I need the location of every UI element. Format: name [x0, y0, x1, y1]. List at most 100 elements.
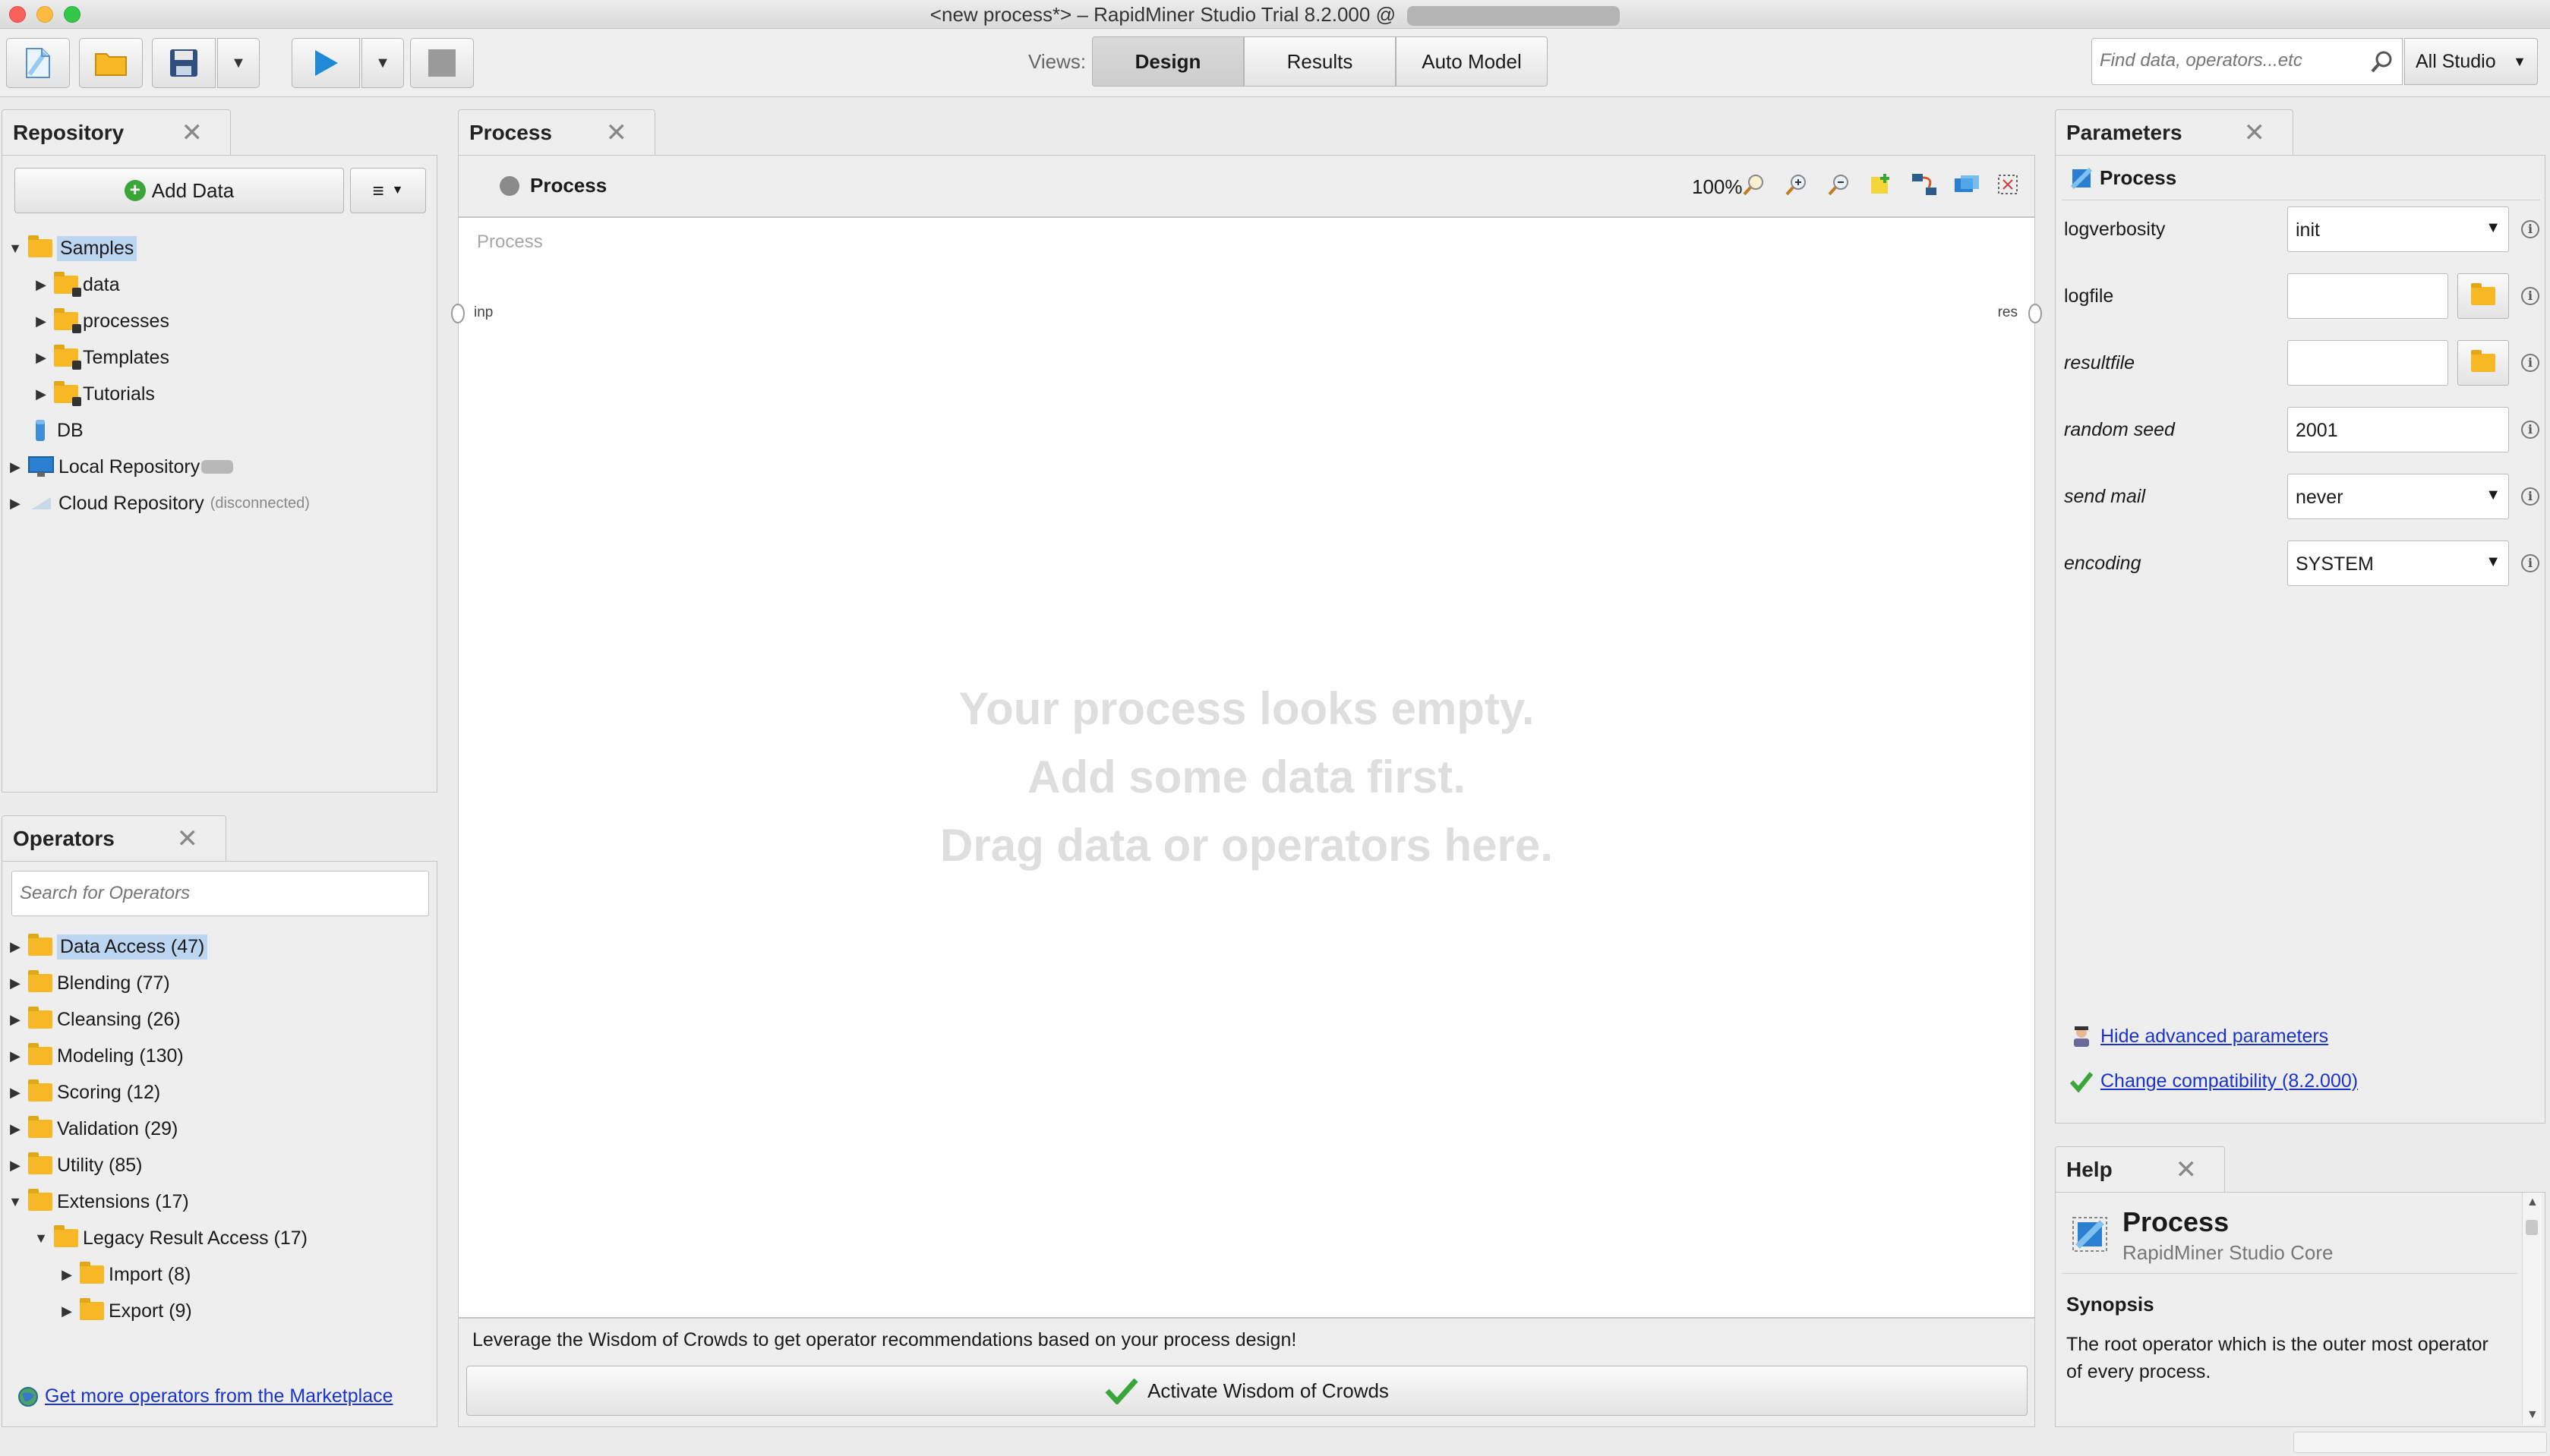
operator-group-modeling[interactable]: ▶ Modeling (130) [7, 1039, 184, 1073]
info-icon[interactable]: i [2521, 554, 2539, 572]
logfile-browse-button[interactable] [2457, 273, 2509, 319]
operator-group-validation[interactable]: ▶ Validation (29) [7, 1112, 178, 1146]
repo-item-db[interactable]: DB [7, 414, 84, 447]
collapsed-arrow-icon[interactable]: ▶ [33, 277, 49, 293]
scroll-down-icon[interactable]: ▼ [2526, 1408, 2539, 1422]
expanded-arrow-icon[interactable]: ▼ [7, 1194, 24, 1210]
auto-wire-icon[interactable] [1911, 172, 1938, 197]
operator-group-export[interactable]: ▶ Export (9) [58, 1294, 192, 1328]
process-canvas[interactable]: Process inp res Your process looks empty… [451, 217, 2042, 1318]
operator-group-blending[interactable]: ▶ Blending (77) [7, 966, 170, 1000]
close-icon[interactable]: ✕ [2244, 118, 2266, 148]
zoom-out-icon[interactable] [1827, 172, 1851, 197]
search-scope-select[interactable]: All Studio ▼ [2404, 38, 2538, 85]
info-icon[interactable]: i [2521, 354, 2539, 372]
repo-item-label: DB [57, 419, 84, 441]
search-icon[interactable] [2370, 49, 2394, 74]
tab-parameters[interactable]: Parameters ✕ [2055, 109, 2293, 155]
info-icon[interactable]: i [2521, 487, 2539, 506]
close-icon[interactable]: ✕ [181, 118, 204, 148]
collapsed-arrow-icon[interactable]: ▶ [7, 1085, 24, 1101]
repo-item-data[interactable]: ▶ data [33, 268, 120, 301]
arrange-operators-icon[interactable] [1953, 172, 1980, 197]
operator-group-extensions[interactable]: ▼ Extensions (17) [7, 1185, 189, 1218]
save-process-button[interactable] [152, 38, 216, 88]
collapsed-arrow-icon[interactable]: ▶ [7, 1012, 24, 1028]
expanded-arrow-icon[interactable]: ▼ [7, 241, 24, 257]
open-process-button[interactable] [79, 38, 143, 88]
stop-process-button[interactable] [410, 38, 474, 88]
info-icon[interactable]: i [2521, 421, 2539, 439]
close-icon[interactable]: ✕ [2176, 1155, 2198, 1185]
collapsed-arrow-icon[interactable]: ▶ [58, 1303, 75, 1319]
tab-help[interactable]: Help ✕ [2055, 1146, 2225, 1192]
repo-item-templates[interactable]: ▶ Templates [33, 341, 169, 374]
repo-item-cloud-repository[interactable]: ▶ Cloud Repository (disconnected) [7, 487, 310, 520]
repo-item-tutorials[interactable]: ▶ Tutorials [33, 377, 155, 411]
add-data-button[interactable]: + Add Data [14, 168, 344, 213]
result-port[interactable] [2028, 304, 2042, 323]
run-options-dropdown[interactable]: ▼ [361, 38, 404, 88]
view-tab-auto-model[interactable]: Auto Model [1396, 36, 1548, 87]
checkmark-icon [2070, 1071, 2093, 1092]
collapsed-arrow-icon[interactable]: ▶ [7, 459, 24, 475]
view-tab-design[interactable]: Design [1092, 36, 1244, 87]
save-options-dropdown[interactable]: ▼ [217, 38, 260, 88]
change-compatibility-link[interactable]: Change compatibility (8.2.000) [2100, 1070, 2358, 1092]
activate-wisdom-button[interactable]: Activate Wisdom of Crowds [466, 1366, 2028, 1416]
collapsed-arrow-icon[interactable]: ▶ [7, 1158, 24, 1174]
zoom-reset-icon[interactable] [1742, 172, 1766, 197]
logverbosity-select[interactable]: init ▼ [2287, 206, 2509, 252]
info-icon[interactable]: i [2521, 220, 2539, 238]
add-note-icon[interactable] [1870, 172, 1894, 197]
resultfile-browse-button[interactable] [2457, 340, 2509, 386]
send-mail-select[interactable]: never ▼ [2287, 474, 2509, 519]
hide-advanced-parameters-link[interactable]: Hide advanced parameters [2100, 1026, 2328, 1048]
breadcrumb-process[interactable]: Process [530, 174, 607, 197]
collapsed-arrow-icon[interactable]: ▶ [33, 314, 49, 329]
new-process-button[interactable] [6, 38, 70, 88]
add-data-label: Add Data [151, 178, 235, 202]
resultfile-input[interactable] [2287, 340, 2448, 386]
operator-group-scoring[interactable]: ▶ Scoring (12) [7, 1076, 160, 1109]
global-search-input[interactable] [2092, 39, 2350, 83]
info-icon[interactable]: i [2521, 287, 2539, 305]
input-port[interactable] [451, 304, 465, 323]
operator-group-import[interactable]: ▶ Import (8) [58, 1258, 191, 1291]
run-process-button[interactable] [292, 38, 360, 88]
repo-item-processes[interactable]: ▶ processes [33, 304, 169, 338]
expanded-arrow-icon[interactable]: ▼ [33, 1231, 49, 1246]
collapsed-arrow-icon[interactable]: ▶ [7, 975, 24, 991]
help-scrollbar[interactable]: ▲ ▼ [2522, 1193, 2542, 1425]
close-icon[interactable]: ✕ [606, 118, 628, 148]
scroll-thumb[interactable] [2526, 1220, 2538, 1235]
collapsed-arrow-icon[interactable]: ▶ [7, 1121, 24, 1137]
collapsed-arrow-icon[interactable]: ▶ [7, 496, 24, 512]
repo-item-local-repository[interactable]: ▶ Local Repository [7, 450, 234, 484]
view-tab-results[interactable]: Results [1244, 36, 1396, 87]
scroll-up-icon[interactable]: ▲ [2526, 1196, 2539, 1209]
operator-group-utility[interactable]: ▶ Utility (85) [7, 1149, 143, 1182]
tab-process[interactable]: Process ✕ [458, 109, 655, 155]
encoding-select[interactable]: SYSTEM ▼ [2287, 540, 2509, 586]
marketplace-link[interactable]: Get more operators from the Marketplace [45, 1385, 393, 1407]
collapsed-arrow-icon[interactable]: ▶ [7, 1048, 24, 1064]
zoom-in-icon[interactable] [1785, 172, 1809, 197]
operator-group-legacy-result-access[interactable]: ▼ Legacy Result Access (17) [33, 1221, 308, 1255]
repository-menu-button[interactable]: ≡ ▼ [350, 168, 426, 213]
expert-user-icon [2074, 1026, 2089, 1047]
operator-search-input[interactable] [11, 871, 429, 916]
logfile-input[interactable] [2287, 273, 2448, 319]
close-icon[interactable]: ✕ [177, 824, 199, 854]
collapsed-arrow-icon[interactable]: ▶ [7, 939, 24, 955]
collapsed-arrow-icon[interactable]: ▶ [58, 1267, 75, 1283]
tab-repository[interactable]: Repository ✕ [2, 109, 231, 155]
collapsed-arrow-icon[interactable]: ▶ [33, 350, 49, 366]
operator-group-cleansing[interactable]: ▶ Cleansing (26) [7, 1003, 181, 1036]
tab-operators[interactable]: Operators ✕ [2, 815, 226, 861]
repo-item-samples[interactable]: ▼ Samples [7, 232, 137, 265]
operator-group-data-access[interactable]: ▶ Data Access (47) [7, 930, 208, 963]
random-seed-input[interactable]: 2001 [2287, 407, 2509, 452]
fit-to-window-icon[interactable] [1996, 172, 2020, 197]
collapsed-arrow-icon[interactable]: ▶ [33, 386, 49, 402]
